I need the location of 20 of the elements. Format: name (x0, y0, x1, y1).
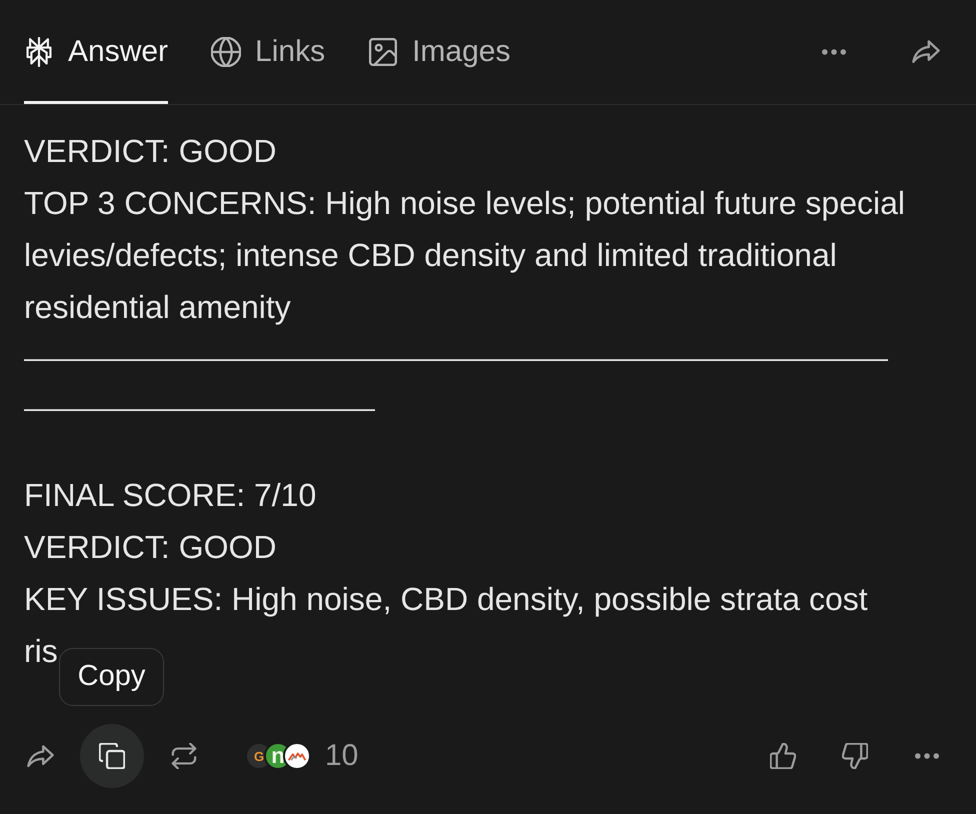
answer-text: VERDICT: GOOD (24, 528, 278, 567)
ellipsis-icon (822, 49, 846, 55)
sources-button[interactable]: G n 10 (245, 734, 358, 778)
thumbs-up-icon (770, 743, 796, 769)
answer-text: VERDICT: GOOD (24, 132, 278, 171)
image-icon (368, 37, 398, 67)
copy-icon (99, 743, 125, 769)
forward-arrow-icon (912, 40, 940, 64)
tab[interactable]: Images (368, 0, 510, 104)
globe-icon (211, 37, 242, 67)
forward-arrow-icon (26, 744, 54, 768)
thumbs-down-icon (842, 743, 868, 769)
ellipsis-icon (915, 753, 939, 759)
tab[interactable]: Answer (24, 0, 168, 104)
dash-divider: ————————————————————————————————————————————— (24, 342, 889, 425)
tab[interactable]: Links (211, 0, 326, 104)
repeat-arrows-icon (171, 743, 197, 769)
answer-text: TOP 3 CONCERNS: High noise levels; potential future special levies/defects; intense CBD density and limited traditional residential amenity (24, 184, 906, 327)
answer-text: FINAL SCORE: 7/10 (24, 476, 318, 515)
geometric-logo-icon (24, 37, 54, 67)
